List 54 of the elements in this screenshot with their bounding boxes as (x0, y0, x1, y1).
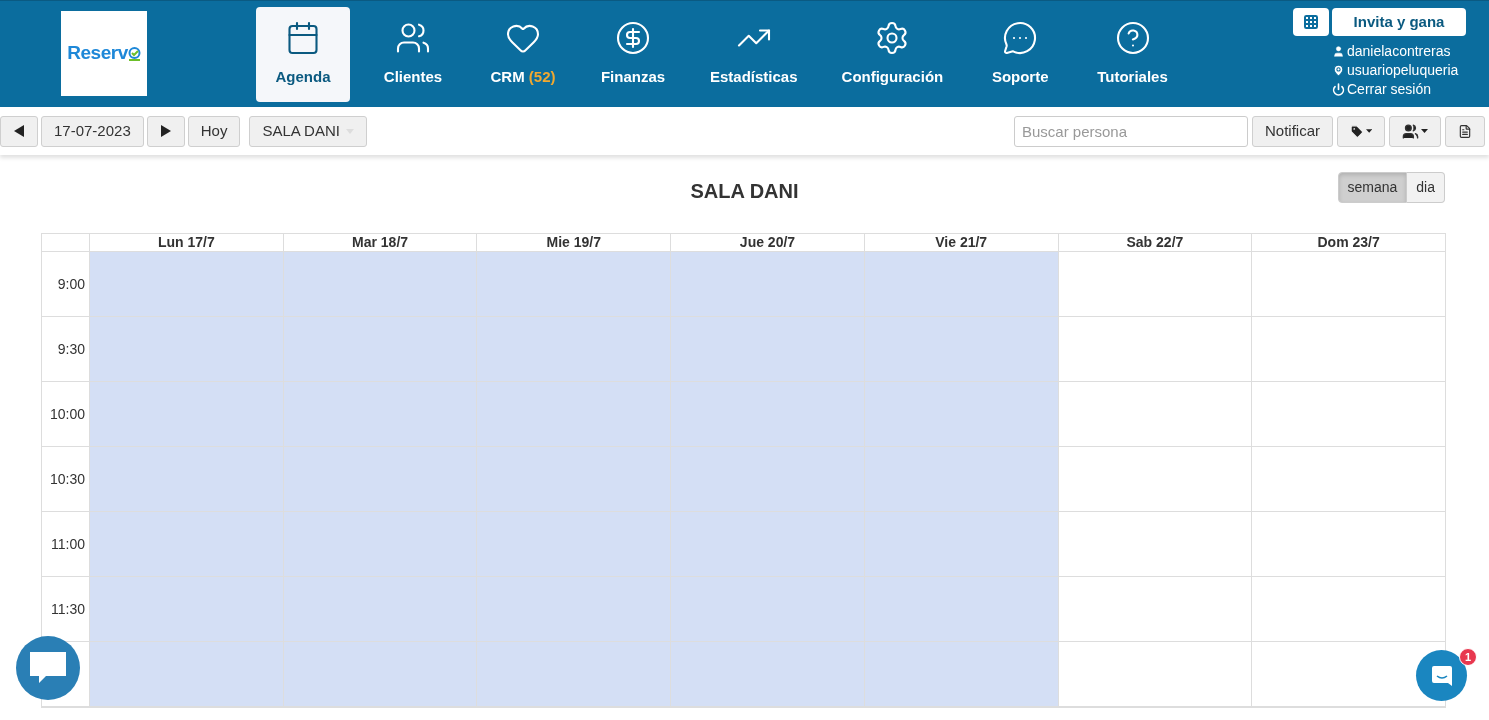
nav-tab[interactable]: Clientes (366, 7, 460, 102)
notify-button[interactable]: Notificar (1252, 115, 1333, 147)
logo[interactable]: Reserv (61, 11, 147, 96)
logo-text: Reserv (67, 41, 128, 66)
nav-tab[interactable]: Agenda (256, 7, 350, 102)
caret-icon (1421, 129, 1428, 133)
room-dropdown[interactable]: SALA DANI (249, 115, 367, 147)
user-icon (1332, 45, 1345, 58)
nav-tab[interactable]: Tutoriales (1083, 7, 1182, 102)
speech-bubble-icon (28, 650, 68, 686)
grid-icon (1303, 14, 1319, 30)
time-label: 10:30 (49, 469, 85, 489)
search-field[interactable]: Buscar persona (1014, 115, 1248, 147)
document-icon (1458, 123, 1472, 139)
time-slot[interactable] (1251, 642, 1445, 707)
nav-tab[interactable]: CRM (52) (476, 7, 570, 102)
date-button[interactable]: 17-07-2023 (41, 115, 144, 147)
notification-badge: 1 (1459, 648, 1477, 666)
right-triangle-icon (160, 125, 171, 137)
today-button[interactable]: Hoy (187, 115, 241, 147)
document-button[interactable] (1445, 115, 1485, 147)
calendar-icon (285, 20, 321, 57)
help-icon (1114, 20, 1151, 57)
nav-tab[interactable]: Soporte (973, 7, 1068, 102)
time-label: 11:00 (51, 534, 85, 554)
message-icon (1430, 664, 1453, 687)
nav-tab[interactable]: Finanzas (586, 7, 680, 102)
calendar-title: SALA DANI (690, 178, 799, 204)
username: danielacontreras (1332, 42, 1459, 61)
left-triangle-icon (14, 125, 24, 137)
logout-link[interactable]: Cerrar sesión (1332, 80, 1459, 99)
time-label: 9:00 (57, 274, 85, 294)
time-label: 9:30 (57, 339, 85, 359)
chat-icon (1002, 20, 1039, 57)
tag-icon (1350, 123, 1364, 139)
next-button[interactable] (146, 115, 185, 147)
nav-tab[interactable]: Configuración (827, 7, 958, 102)
location: usuariopeluqueria (1332, 61, 1459, 80)
checkmark-icon (127, 46, 141, 61)
view-toggle[interactable]: dia (1407, 172, 1445, 203)
time-label: 11:30 (51, 599, 85, 619)
group-dropdown[interactable] (1389, 115, 1441, 147)
apps-grid-button[interactable] (1293, 8, 1329, 36)
users-icon (1402, 122, 1419, 140)
dollar-icon (615, 20, 651, 57)
power-icon (1332, 83, 1345, 96)
invite-button[interactable]: Invita y gana (1332, 8, 1466, 36)
time-label: 10:00 (49, 404, 85, 424)
map-pin-icon (1332, 64, 1345, 77)
nav-tab[interactable]: Estadísticas (696, 7, 812, 102)
view-toggle[interactable]: semana (1337, 172, 1408, 203)
caret-icon (1365, 129, 1372, 133)
previous-button[interactable] (0, 115, 38, 147)
tag-dropdown[interactable] (1337, 115, 1385, 147)
